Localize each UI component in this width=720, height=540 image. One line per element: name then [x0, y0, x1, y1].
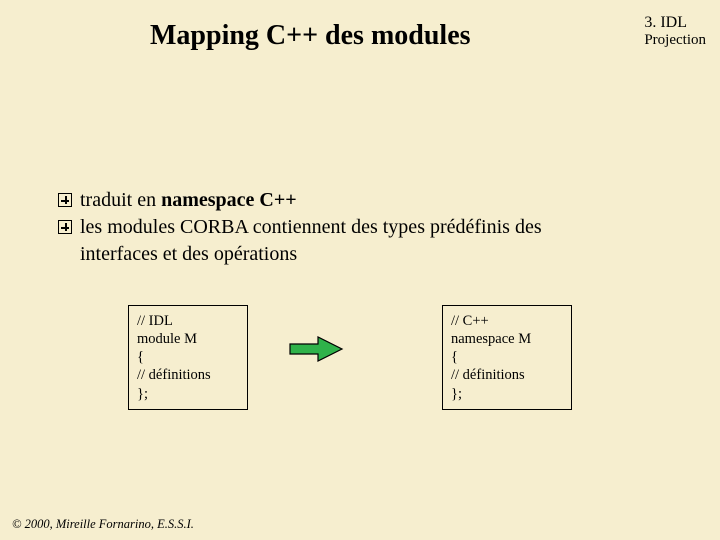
section-subtitle: Projection [644, 32, 706, 49]
bullet-text: traduit en namespace C++ [80, 188, 680, 213]
bullet-text-plain: traduit en [80, 189, 161, 211]
bullet-text: les modules CORBA contiennent des types … [80, 215, 680, 240]
arrow-right-icon [288, 334, 344, 364]
code-box-idl: // IDL module M { // définitions }; [128, 305, 248, 410]
code-box-cpp: // C++ namespace M { // définitions }; [442, 305, 572, 410]
bullet-continuation: interfaces et des opérations [80, 242, 680, 267]
plus-box-icon [58, 220, 72, 234]
bullet-list: traduit en namespace C++ les modules COR… [58, 188, 680, 267]
slide-title: Mapping C++ des modules [150, 20, 471, 52]
bullet-item: les modules CORBA contiennent des types … [58, 215, 680, 240]
plus-box-icon [58, 193, 72, 207]
bullet-item: traduit en namespace C++ [58, 188, 680, 213]
copyright-footer: © 2000, Mireille Fornarino, E.S.S.I. [12, 517, 194, 532]
section-number: 3. IDL [644, 14, 706, 32]
bullet-text-strong: namespace C++ [161, 189, 297, 211]
section-label: 3. IDL Projection [644, 14, 706, 50]
arrow-shape [290, 337, 342, 361]
